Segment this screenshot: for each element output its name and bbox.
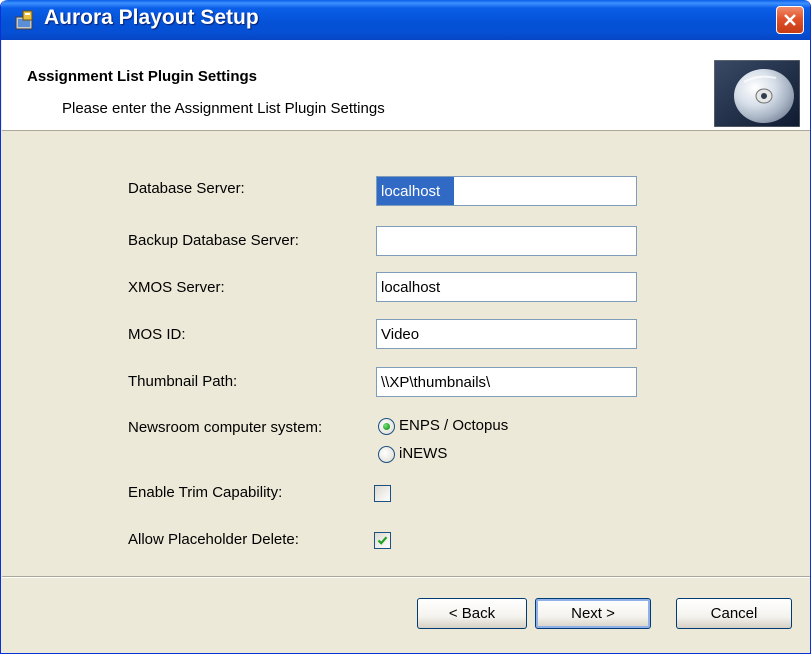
database-server-input[interactable] [376, 176, 637, 206]
page-subtitle: Please enter the Assignment List Plugin … [62, 100, 385, 117]
thumbnail-path-label: Thumbnail Path: [128, 373, 238, 390]
installer-icon [13, 9, 35, 31]
close-icon [784, 14, 796, 26]
setup-window: Aurora Playout Setup Assignment List Plu… [0, 0, 811, 654]
radio-button [378, 418, 395, 435]
radio-button [378, 446, 395, 463]
database-server-label: Database Server: [128, 180, 245, 197]
xmos-server-label: XMOS Server: [128, 279, 225, 296]
cd-disc-icon [713, 59, 801, 128]
wizard-header: Assignment List Plugin Settings Please e… [2, 40, 810, 131]
xmos-server-input[interactable] [376, 272, 637, 302]
mos-id-label: MOS ID: [128, 326, 186, 343]
enable-trim-checkbox[interactable] [374, 485, 391, 502]
checkmark-icon [377, 536, 388, 545]
radio-enps-octopus-label: ENPS / Octopus [399, 417, 509, 434]
allow-placeholder-delete-checkbox[interactable] [374, 532, 391, 549]
backup-database-server-input[interactable] [376, 226, 637, 256]
next-button[interactable]: Next > [535, 598, 651, 629]
radio-dot-icon [383, 423, 390, 430]
back-button[interactable]: < Back [417, 598, 527, 629]
radio-inews-label: iNEWS [399, 445, 448, 462]
close-button[interactable] [776, 6, 804, 34]
title-bar[interactable]: Aurora Playout Setup [1, 0, 810, 40]
window-title: Aurora Playout Setup [44, 6, 259, 29]
thumbnail-path-input[interactable] [376, 367, 637, 397]
allow-placeholder-delete-label: Allow Placeholder Delete: [128, 531, 299, 548]
enable-trim-label: Enable Trim Capability: [128, 484, 283, 501]
mos-id-input[interactable] [376, 319, 637, 349]
newsroom-system-label: Newsroom computer system: [128, 419, 323, 436]
page-title: Assignment List Plugin Settings [27, 68, 258, 85]
footer-divider [2, 576, 810, 578]
cancel-button[interactable]: Cancel [676, 598, 792, 629]
backup-database-server-label: Backup Database Server: [128, 232, 299, 249]
